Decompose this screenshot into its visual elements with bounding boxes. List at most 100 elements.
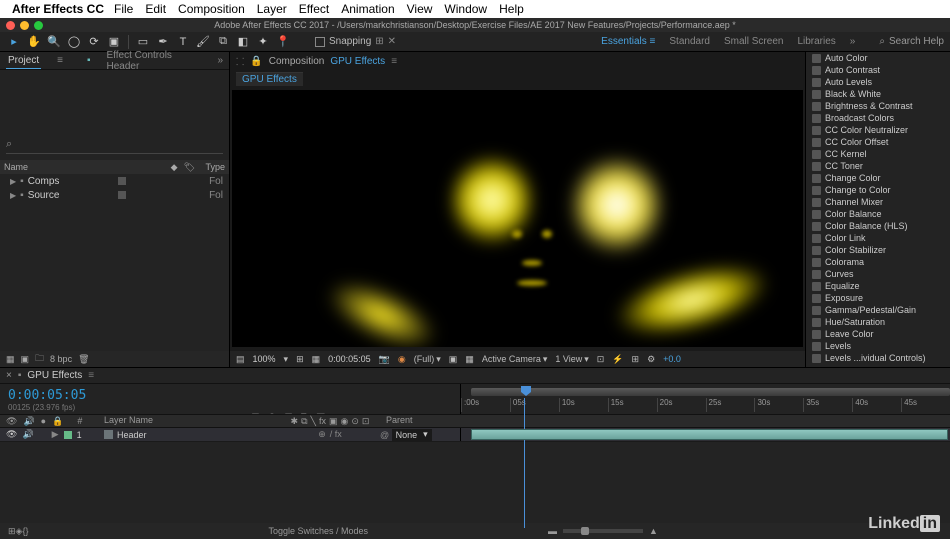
switch-icon[interactable]: fx — [319, 416, 326, 426]
label-col-icon[interactable]: ◆ — [171, 162, 178, 173]
zoom-value[interactable]: 100% — [253, 354, 276, 364]
workspace-libraries[interactable]: Libraries — [797, 36, 835, 47]
menu-layer[interactable]: Layer — [257, 2, 287, 16]
zoom-in-icon[interactable]: ▲ — [649, 526, 658, 536]
menu-help[interactable]: Help — [499, 2, 524, 16]
effect-item[interactable]: CC Toner — [806, 160, 950, 172]
effect-item[interactable]: Color Stabilizer — [806, 244, 950, 256]
effect-item[interactable]: Auto Levels — [806, 76, 950, 88]
audio-toggle-icon[interactable]: 🔊 — [22, 429, 33, 440]
effect-item[interactable]: Change to Color — [806, 184, 950, 196]
transparency-icon[interactable]: ▦ — [465, 354, 474, 365]
panel-grip-icon[interactable]: ⸬ — [236, 54, 244, 68]
timeline-zoom[interactable]: ▬ ▲ — [548, 526, 658, 536]
magnification-icon[interactable]: ▤ — [236, 354, 245, 365]
effect-item[interactable]: CC Color Offset — [806, 136, 950, 148]
menu-edit[interactable]: Edit — [145, 2, 166, 16]
snap-option-icon[interactable]: ⊞ — [375, 36, 383, 47]
effect-item[interactable]: Color Link — [806, 232, 950, 244]
panel-overflow-icon[interactable]: » — [217, 55, 223, 66]
app-name[interactable]: After Effects CC — [12, 2, 104, 16]
selection-tool-icon[interactable]: ▸ — [6, 34, 22, 50]
effect-item[interactable]: CC Color Neutralizer — [806, 124, 950, 136]
label-swatch[interactable] — [64, 431, 72, 439]
menu-file[interactable]: File — [114, 2, 133, 16]
switch-icon[interactable]: ⊙ — [351, 416, 359, 427]
snapping-toggle[interactable]: Snapping ⊞ ✕ — [315, 36, 396, 47]
tab-menu-icon[interactable]: ≡ — [391, 56, 397, 67]
pixel-aspect-icon[interactable]: ⊡ — [597, 354, 605, 365]
layer-name[interactable]: Header — [117, 430, 147, 440]
effect-item[interactable]: Equalize — [806, 280, 950, 292]
project-item-source[interactable]: ▶ ▪ Source Fol — [0, 188, 229, 202]
views-dropdown[interactable]: 1 View ▾ — [555, 354, 588, 365]
time-ruler[interactable]: :00s05s10s15s20s25s30s35s40s45s — [461, 398, 950, 412]
label-swatch[interactable] — [118, 191, 126, 199]
effect-item[interactable]: Colorama — [806, 256, 950, 268]
video-col-icon[interactable]: 👁 — [6, 416, 17, 427]
clone-tool-icon[interactable]: ⧉ — [215, 34, 231, 50]
time-ruler-area[interactable]: :00s05s10s15s20s25s30s35s40s45s — [460, 384, 950, 414]
col-type[interactable]: Type — [195, 162, 225, 172]
switch-value[interactable]: ⊕ — [318, 429, 326, 440]
eraser-tool-icon[interactable]: ◧ — [235, 34, 251, 50]
delete-icon[interactable]: 🗑 — [78, 354, 89, 365]
current-timecode[interactable]: 0:00:05:05 — [8, 388, 86, 403]
puppet-tool-icon[interactable]: 📍 — [275, 34, 291, 50]
flowchart-icon[interactable]: ⚙ — [647, 354, 655, 365]
effect-item[interactable]: Brightness & Contrast — [806, 100, 950, 112]
menu-window[interactable]: Window — [444, 2, 487, 16]
new-folder-icon[interactable]: 🗀 — [35, 351, 44, 367]
toggle-btn-icon[interactable]: ⊞ — [8, 526, 16, 537]
col-name[interactable]: Name — [4, 162, 171, 172]
effect-item[interactable]: Broadcast Colors — [806, 112, 950, 124]
effect-item[interactable]: Change Color — [806, 172, 950, 184]
panel-menu-icon[interactable]: ≡ — [57, 55, 63, 66]
lock-icon[interactable]: 🔒 — [250, 56, 262, 67]
layer-bar[interactable] — [471, 429, 948, 440]
current-time-indicator[interactable] — [521, 386, 531, 398]
tab-project[interactable]: Project — [6, 53, 41, 69]
close-tab-icon[interactable]: × — [6, 370, 12, 381]
resolution-icon[interactable]: ⊞ — [296, 354, 304, 365]
preview-timecode[interactable]: 0:00:05:05 — [328, 354, 371, 364]
fast-preview-icon[interactable]: ⚡ — [612, 354, 623, 365]
disclosure-icon[interactable]: ▶ — [10, 191, 16, 200]
zoom-slider-knob[interactable] — [581, 527, 589, 535]
effect-item[interactable]: Color Balance — [806, 208, 950, 220]
effect-item[interactable]: Hue/Saturation — [806, 316, 950, 328]
zoom-tool-icon[interactable]: 🔍 — [46, 34, 62, 50]
grid-icon[interactable]: ▦ — [312, 354, 321, 365]
switch-icon[interactable]: ╲ — [311, 416, 316, 427]
tag-col-icon[interactable]: 🏷 — [184, 162, 195, 173]
composition-viewer[interactable] — [232, 90, 803, 347]
menu-animation[interactable]: Animation — [341, 2, 394, 16]
col-layer-name[interactable]: Layer Name — [100, 415, 280, 427]
switch-icon[interactable]: ⧉ — [301, 416, 307, 427]
resolution-dropdown[interactable]: (Full) ▾ — [414, 354, 441, 365]
channel-icon[interactable]: ◉ — [398, 354, 406, 365]
zoom-out-icon[interactable]: ▬ — [548, 526, 557, 536]
timeline-comp-name[interactable]: GPU Effects — [27, 370, 82, 381]
snapshot-icon[interactable]: 📷 — [379, 354, 390, 365]
interpret-footage-icon[interactable]: ▦ — [6, 354, 15, 365]
switch-icon[interactable]: ▣ — [329, 416, 338, 427]
effect-item[interactable]: CC Kernel — [806, 148, 950, 160]
orbit-tool-icon[interactable]: ◯ — [66, 34, 82, 50]
col-parent[interactable]: Parent — [380, 415, 460, 427]
tab-menu-icon[interactable]: ≡ — [88, 370, 94, 381]
project-search[interactable]: ⌕ — [6, 138, 223, 154]
effect-item[interactable]: Auto Color — [806, 52, 950, 64]
menu-effect[interactable]: Effect — [299, 2, 329, 16]
chevron-down-icon[interactable]: ▾ — [284, 354, 289, 365]
roto-tool-icon[interactable]: ✦ — [255, 34, 271, 50]
solo-col-icon[interactable]: ● — [41, 416, 46, 426]
timeline-icon[interactable]: ⊞ — [632, 354, 640, 365]
menu-view[interactable]: View — [407, 2, 433, 16]
disclosure-icon[interactable]: ▶ — [10, 177, 16, 186]
toggle-btn-icon[interactable]: {} — [22, 526, 28, 536]
switch-fx[interactable]: / fx — [330, 429, 342, 440]
workspace-standard[interactable]: Standard — [669, 36, 710, 47]
effect-item[interactable]: Leave Color — [806, 328, 950, 340]
toggle-switches-modes[interactable]: Toggle Switches / Modes — [268, 526, 368, 536]
